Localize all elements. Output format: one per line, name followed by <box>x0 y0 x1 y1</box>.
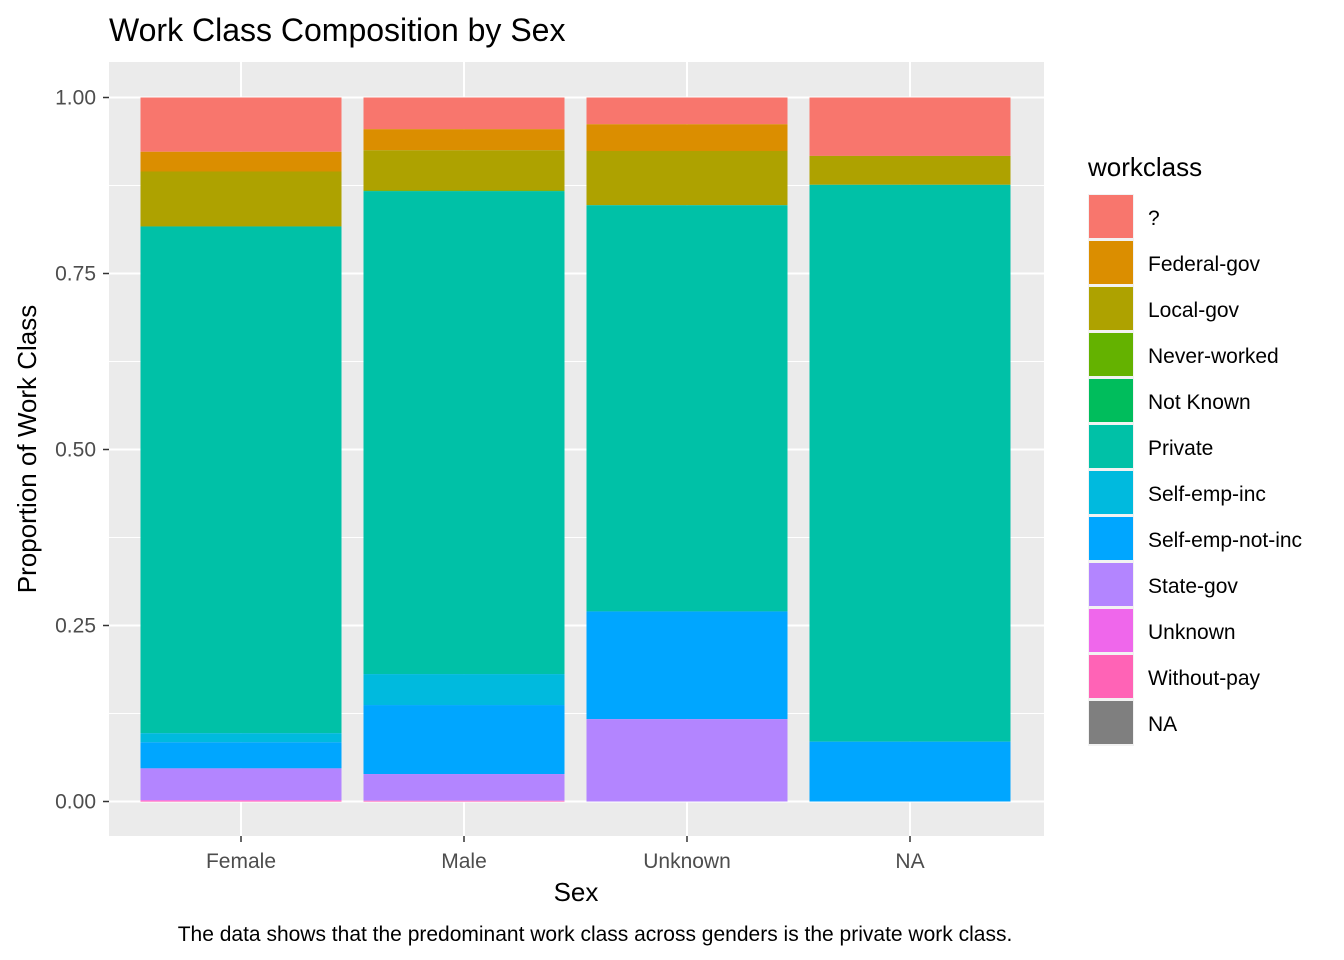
legend-item-local-gov: Local-gov <box>1088 286 1240 332</box>
legend-label: State-gov <box>1148 575 1238 598</box>
x-tick-label: Male <box>441 850 487 873</box>
legend-label: Not Known <box>1148 391 1251 414</box>
legend-item-not-known: Not Known <box>1088 378 1251 424</box>
y-tick-label: 0.50 <box>55 439 96 462</box>
bar-segment-federal-gov-male <box>363 129 565 151</box>
x-tick-label: Female <box>206 850 276 873</box>
bar-segment-without-pay-male <box>363 800 565 802</box>
legend-label: Never-worked <box>1148 345 1279 368</box>
legend-title: workclass <box>1087 152 1202 182</box>
y-axis-title: Proportion of Work Class <box>12 305 42 594</box>
legend-item-self-emp-inc: Self-emp-inc <box>1088 470 1266 516</box>
bar-segment--male <box>363 97 565 130</box>
legend-swatch <box>1089 701 1133 744</box>
bar-stack-unknown <box>586 97 788 802</box>
bar-segment-self-emp-not-inc-unknown <box>586 611 788 720</box>
bar-segment-private-unknown <box>586 205 788 612</box>
legend-item-federal-gov: Federal-gov <box>1088 240 1261 286</box>
legend-swatch <box>1089 425 1133 468</box>
legend-label: ? <box>1148 207 1160 230</box>
bar-segment-self-emp-inc-female <box>140 733 342 743</box>
legend-label: Local-gov <box>1148 299 1240 322</box>
bar-segment-self-emp-inc-male <box>363 674 565 706</box>
bar-segment-state-gov-female <box>140 768 342 801</box>
bar-segment-private-male <box>363 191 565 675</box>
bar-segment-never-worked-male <box>363 190 565 192</box>
y-tick-label: 0.00 <box>55 791 96 814</box>
legend-item-unknown: Unknown <box>1088 608 1236 654</box>
legend-label: Private <box>1148 437 1213 460</box>
bar-segment-private-female <box>140 226 342 734</box>
bar-segment--unknown <box>586 97 788 125</box>
legend-item-never-worked: Never-worked <box>1088 332 1279 378</box>
chart-title: Work Class Composition by Sex <box>109 12 565 48</box>
legend-swatch <box>1089 471 1133 514</box>
legend-item-without-pay: Without-pay <box>1088 654 1261 700</box>
x-axis: Female Male Unknown NA <box>206 836 925 873</box>
bar-segment-local-gov-unknown <box>586 151 788 206</box>
legend-swatch <box>1089 379 1133 422</box>
bar-segment-local-gov-male <box>363 150 565 191</box>
bar-segment-unknown-female <box>140 800 342 801</box>
bar-segment--na <box>809 97 1011 156</box>
legend-label: Without-pay <box>1148 667 1261 690</box>
bar-segment-federal-gov-unknown <box>586 124 788 152</box>
chart-caption: The data shows that the predominant work… <box>178 923 1013 946</box>
bar-segment-self-emp-not-inc-male <box>363 705 565 775</box>
bar-segment--female <box>140 97 342 152</box>
legend-item-na: NA <box>1088 700 1177 746</box>
x-axis-title: Sex <box>554 877 599 907</box>
y-tick-label: 0.75 <box>55 263 96 286</box>
legend-swatch <box>1089 563 1133 606</box>
legend: workclass ? Federal-gov Local-gov Never-wor… <box>1087 152 1302 746</box>
bar-segment-self-emp-not-inc-female <box>140 742 342 769</box>
legend-label: Self-emp-inc <box>1148 483 1266 506</box>
stacked-bar-chart: Work Class Composition by Sex 0.000.250.… <box>12 12 1302 946</box>
bar-stack-female <box>140 97 342 802</box>
bar-segment-state-gov-unknown <box>586 719 788 802</box>
legend-item-self-emp-not-inc: Self-emp-not-inc <box>1088 516 1302 562</box>
bar-segment-state-gov-male <box>363 774 565 801</box>
legend-item-state-gov: State-gov <box>1088 562 1238 608</box>
y-tick-label: 0.25 <box>55 615 96 638</box>
legend-swatch <box>1089 655 1133 698</box>
bar-segment-without-pay-female <box>140 800 342 802</box>
legend-label: Federal-gov <box>1148 253 1261 276</box>
legend-label: NA <box>1148 713 1177 736</box>
legend-swatch <box>1089 195 1133 238</box>
bar-segment-private-na <box>809 184 1011 742</box>
legend-label: Self-emp-not-inc <box>1148 529 1302 552</box>
legend-item-question-mark: ? <box>1088 194 1160 240</box>
legend-swatch <box>1089 287 1133 330</box>
bar-stack-na <box>809 97 1011 802</box>
bar-stack-male <box>363 97 565 802</box>
y-axis: 0.00 0.25 0.50 0.75 1.00 <box>55 87 109 814</box>
y-tick-label: 1.00 <box>55 87 96 110</box>
bar-segment-local-gov-female <box>140 171 342 227</box>
x-tick-label: Unknown <box>643 850 731 873</box>
legend-swatch <box>1089 241 1133 284</box>
bar-segment-self-emp-not-inc-na <box>809 741 1011 802</box>
legend-swatch <box>1089 609 1133 652</box>
legend-item-private: Private <box>1088 424 1213 470</box>
legend-swatch <box>1089 517 1133 560</box>
bar-segment-federal-gov-female <box>140 151 342 172</box>
x-tick-label: NA <box>895 850 924 873</box>
bar-segment-local-gov-na <box>809 155 1011 185</box>
legend-swatch <box>1089 333 1133 376</box>
legend-label: Unknown <box>1148 621 1236 644</box>
